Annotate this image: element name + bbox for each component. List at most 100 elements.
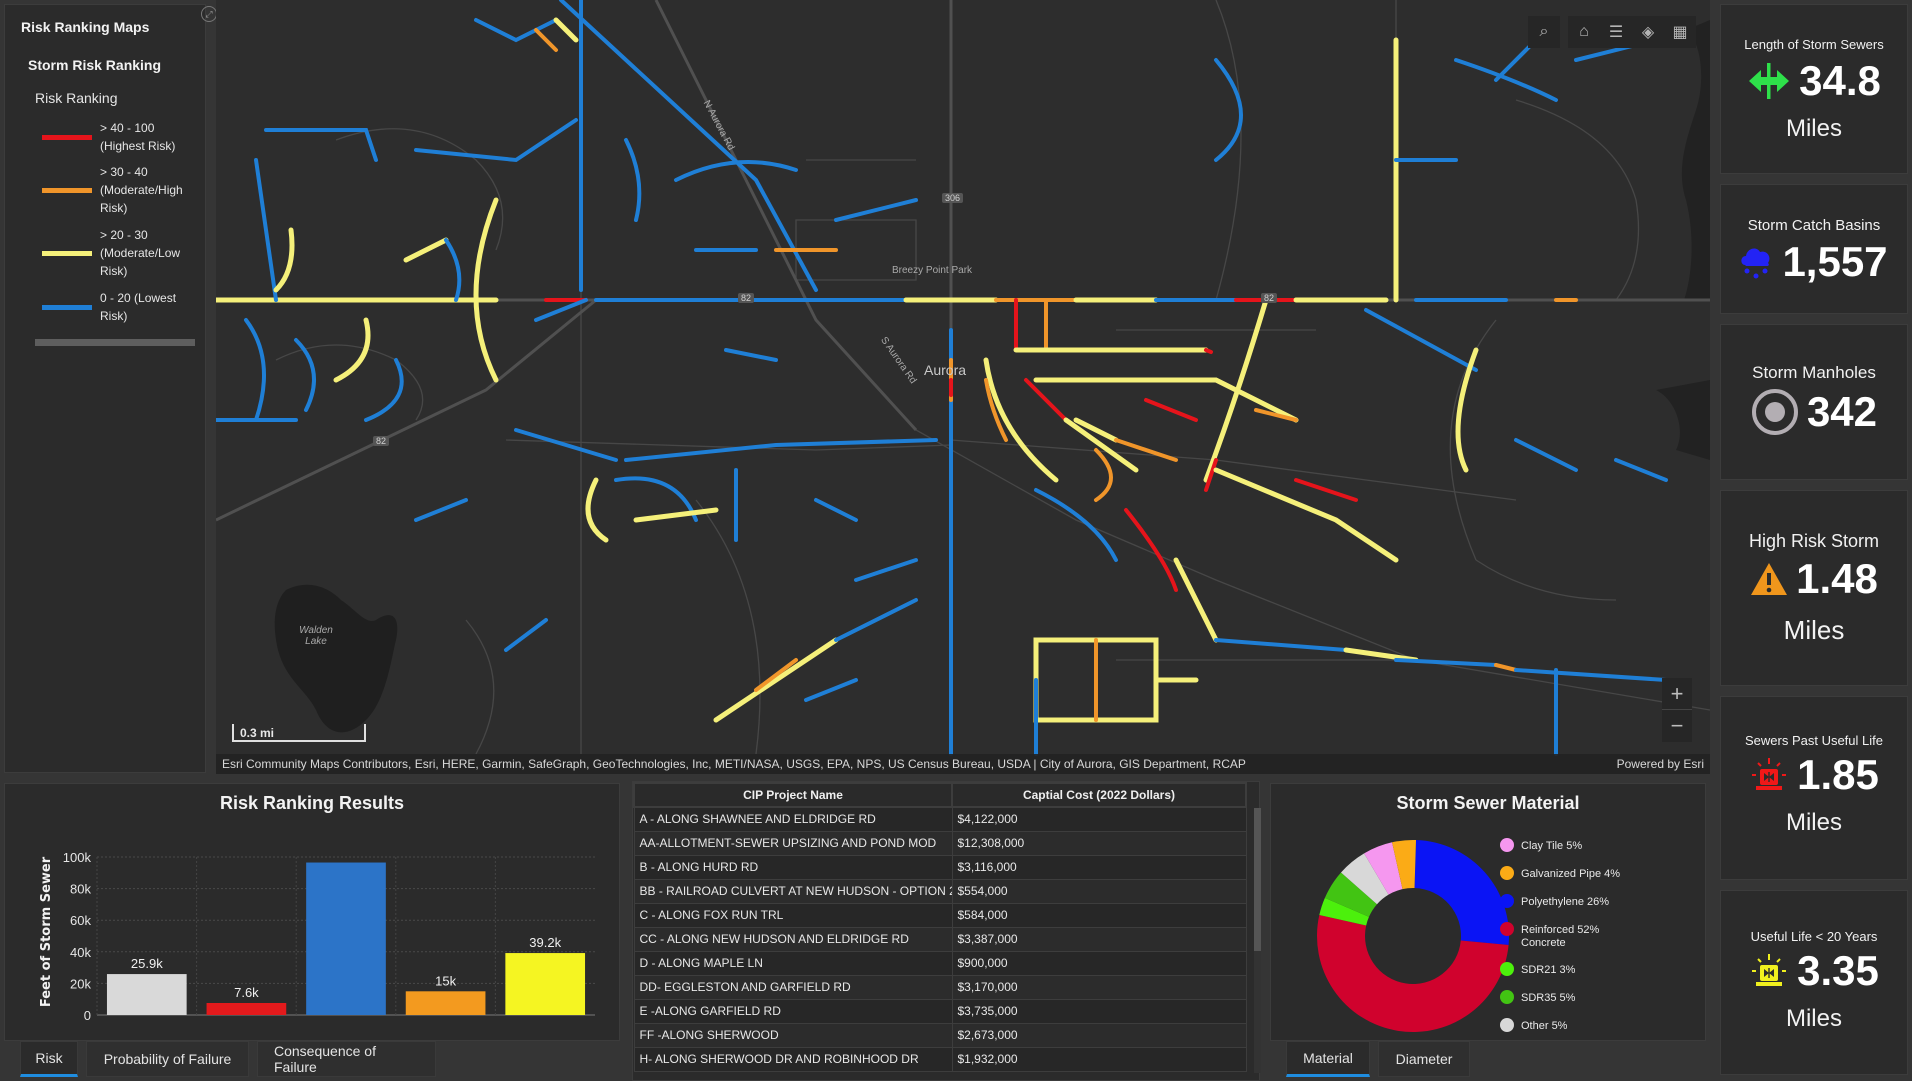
column-header-project[interactable]: CIP Project Name — [633, 782, 953, 808]
donut-legend-label: SDR21 3% — [1521, 964, 1576, 976]
tab-diameter[interactable]: Diameter — [1378, 1041, 1470, 1077]
storm-sewer-segment[interactable] — [624, 438, 938, 462]
storm-sewer-segment[interactable] — [414, 118, 578, 163]
scrollbar-thumb[interactable] — [1254, 808, 1261, 951]
zoom-in-button[interactable]: + — [1662, 678, 1692, 710]
storm-sewer-segment[interactable] — [244, 318, 266, 422]
table-row[interactable]: A - ALONG SHAWNEE AND ELDRIDGE RD $4,122,… — [633, 806, 1247, 832]
storm-sewer-segment[interactable] — [1144, 398, 1198, 422]
scale-bar: 0.3 mi — [232, 724, 366, 742]
storm-sewer-segment[interactable] — [504, 618, 548, 652]
table-row[interactable]: D - ALONG MAPLE LN $900,000 — [633, 950, 1247, 976]
storm-sewer-segment[interactable] — [514, 428, 618, 462]
route-shield: 82 — [738, 293, 755, 303]
y-tick-label: 80k — [70, 882, 91, 897]
legend-list-icon[interactable]: ☰ — [1600, 16, 1632, 48]
tab-probability-of-failure[interactable]: Probability of Failure — [86, 1041, 249, 1077]
storm-sewer-segment[interactable] — [724, 348, 778, 362]
storm-sewer-segment[interactable] — [273, 227, 295, 293]
storm-sewer-segment[interactable] — [473, 197, 499, 383]
table-row[interactable]: E -ALONG GARFIELD RD $3,735,000 — [633, 998, 1247, 1024]
table-vertical-scrollbar[interactable] — [1254, 808, 1261, 1073]
bar-moderately-high[interactable] — [405, 991, 486, 1015]
table-row[interactable]: B - ALONG HURD RD $3,116,000 — [633, 854, 1247, 880]
storm-sewer-segment[interactable] — [1614, 458, 1668, 482]
storm-sewer-segment[interactable] — [804, 678, 858, 702]
storm-sewer-segment[interactable] — [534, 298, 588, 322]
tab-risk[interactable]: Risk — [20, 1041, 78, 1077]
home-icon[interactable]: ⌂ — [1568, 16, 1600, 48]
bar-high[interactable] — [206, 1002, 287, 1015]
map-canvas[interactable] — [216, 0, 1710, 774]
storm-sewer-segment[interactable] — [264, 128, 378, 162]
cell-cost: $584,000 — [951, 902, 1247, 928]
cell-project-name: E -ALONG GARFIELD RD — [633, 998, 953, 1024]
storm-sewer-segment[interactable] — [553, 17, 579, 43]
bar-moderately-low[interactable] — [505, 953, 586, 1015]
storm-sewer-segment[interactable] — [1034, 488, 1118, 562]
bar-data-label: 15k — [435, 973, 456, 988]
storm-sewer-segment[interactable] — [624, 138, 642, 222]
table-row[interactable]: AA-ALLOTMENT-SEWER UPSIZING AND POND MOD… — [633, 830, 1247, 856]
storm-sewer-segment[interactable] — [834, 598, 918, 642]
storm-sewer-segment[interactable] — [674, 160, 798, 182]
storm-sewer-segment[interactable] — [1094, 448, 1113, 502]
table-row[interactable]: DD- EGGLESTON AND GARFIELD RD $3,170,000 — [633, 974, 1247, 1000]
storm-sewer-segment[interactable] — [1294, 478, 1358, 502]
indicator-label: Sewers Past Useful Life — [1744, 733, 1883, 748]
storm-sewer-segment[interactable] — [854, 558, 918, 582]
legend-dot — [1500, 866, 1514, 880]
basemap-gallery-icon[interactable]: ▦ — [1664, 16, 1696, 48]
storm-sewer-segment[interactable] — [1454, 58, 1558, 102]
storm-sewer-segment[interactable] — [1494, 663, 1518, 672]
indicator-value: 342 — [1806, 388, 1878, 435]
storm-sewer-segment[interactable] — [1364, 308, 1478, 372]
storm-sewer-segment[interactable] — [364, 358, 404, 422]
storm-sewer-segment[interactable] — [1033, 377, 1299, 423]
storm-sewer-segment[interactable] — [444, 238, 462, 302]
table-row[interactable]: CC - ALONG NEW HUDSON AND ELDRIDGE RD $3,… — [633, 926, 1247, 952]
storm-sewer-segment[interactable] — [1204, 348, 1213, 354]
table-row[interactable]: BB - RAILROAD CULVERT AT NEW HUDSON - OP… — [633, 878, 1247, 904]
search-icon[interactable]: ⌕ — [1528, 16, 1560, 48]
storm-sewer-segment[interactable] — [1124, 508, 1178, 592]
storm-sewer-segment[interactable] — [333, 317, 371, 383]
storm-sewer-segment[interactable] — [1114, 438, 1178, 462]
storm-sewer-segment[interactable] — [585, 477, 609, 543]
storm-sewer-segment[interactable] — [254, 158, 278, 302]
cip-table: CIP Project Name Captial Cost (2022 Doll… — [633, 782, 1247, 1072]
table-row[interactable]: C - ALONG FOX RUN TRL $584,000 — [633, 902, 1247, 928]
storm-sewer-segment[interactable] — [534, 28, 558, 52]
storm-sewer-segment[interactable] — [713, 637, 839, 723]
storm-sewer-segment[interactable] — [754, 658, 798, 692]
storm-sewer-segment[interactable] — [403, 237, 449, 263]
table-row[interactable]: H- ALONG SHERWOOD DR AND ROBINHOOD DR $1,… — [633, 1046, 1247, 1072]
column-header-cost[interactable]: Captial Cost (2022 Dollars) — [951, 782, 1247, 808]
tab-consequence-of-failure[interactable]: Consequence of Failure — [257, 1041, 436, 1077]
table-header-row: CIP Project Name Captial Cost (2022 Doll… — [633, 782, 1247, 808]
indicator-label: Storm Manholes — [1752, 363, 1876, 382]
storm-sewer-segment[interactable] — [1514, 668, 1668, 682]
layers-icon[interactable]: ◈ — [1632, 16, 1664, 48]
expand-icon[interactable]: ⤢ — [201, 6, 217, 22]
map-view[interactable]: Breezy Point Park Aurora Walden Lake N A… — [216, 0, 1710, 774]
storm-sewer-segment[interactable] — [814, 498, 858, 522]
tab-material[interactable]: Material — [1286, 1041, 1370, 1077]
storm-sewer-segment[interactable] — [1203, 297, 1269, 483]
donut-legend-label: SDR35 5% — [1521, 992, 1576, 1004]
storm-sewer-segment[interactable] — [633, 507, 719, 523]
zoom-out-button[interactable]: − — [1662, 710, 1692, 742]
bar-low[interactable] — [306, 862, 386, 1015]
storm-sewer-segment[interactable] — [1394, 658, 1498, 667]
table-row[interactable]: FF -ALONG SHERWOOD $2,673,000 — [633, 1022, 1247, 1048]
donut-title: Storm Sewer Material — [1396, 793, 1580, 813]
storm-sewer-segment[interactable] — [1024, 378, 1068, 422]
storm-sewer-segment[interactable] — [414, 498, 468, 522]
powered-by-esri-link[interactable]: Powered by Esri — [1617, 757, 1704, 771]
legend-horizontal-scrollbar[interactable] — [35, 339, 195, 346]
storm-sewer-segment[interactable] — [834, 198, 918, 222]
storm-sewer-segment[interactable] — [1214, 638, 1348, 652]
donut-slice-polyethylene[interactable] — [1414, 840, 1509, 946]
bar-unknown[interactable] — [106, 974, 187, 1015]
storm-sewer-segment[interactable] — [1514, 438, 1578, 472]
